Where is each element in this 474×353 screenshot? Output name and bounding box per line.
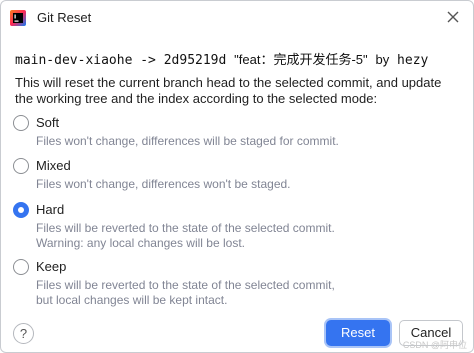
- reset-button[interactable]: Reset: [326, 320, 390, 346]
- soft-radio[interactable]: [13, 115, 29, 131]
- option-help: Files will be reverted to the state of t…: [36, 221, 335, 251]
- option-label: Hard: [36, 202, 65, 217]
- help-line: but local changes will be kept intact.: [36, 293, 228, 307]
- help-line: Files won't change, differences won't be…: [36, 177, 291, 191]
- help-line: Files will be reverted to the state of t…: [36, 278, 335, 292]
- author-prefix: by: [375, 52, 390, 67]
- dialog-title: Git Reset: [37, 10, 92, 25]
- option-label: Keep: [36, 259, 67, 274]
- help-line: Warning: any local changes will be lost.: [36, 236, 245, 250]
- option-help: Files won't change, differences won't be…: [36, 177, 291, 192]
- hard-radio[interactable]: [13, 202, 29, 218]
- keep-radio[interactable]: [13, 259, 29, 275]
- branch-name: main-dev-xiaohe: [15, 53, 133, 68]
- option-help: Files will be reverted to the state of t…: [36, 278, 335, 308]
- option-label: Mixed: [36, 158, 71, 173]
- commit-summary: main-dev-xiaohe -> 2d95219d "feat：完成开发任务…: [15, 49, 428, 68]
- watermark: CSDN @阿申位: [402, 340, 467, 350]
- commit-author: hezy: [397, 53, 429, 68]
- commit-message: "feat：完成开发任务-5": [234, 52, 368, 67]
- commit-hash: 2d95219d: [163, 53, 227, 68]
- help-line: Files won't change, differences will be …: [36, 134, 339, 148]
- arrow-text: ->: [140, 53, 156, 68]
- option-help: Files won't change, differences will be …: [36, 134, 339, 149]
- git-reset-dialog: Git Reset main-dev-xiaohe -> 2d95219d "f…: [0, 0, 474, 353]
- option-label: Soft: [36, 115, 60, 130]
- help-line: Files will be reverted to the state of t…: [36, 221, 335, 235]
- reset-description: This will reset the current branch head …: [15, 75, 442, 106]
- mixed-radio[interactable]: [13, 158, 29, 174]
- close-icon[interactable]: [445, 9, 461, 25]
- help-button[interactable]: ?: [13, 323, 34, 344]
- title-bar[interactable]: Git Reset: [1, 1, 473, 35]
- intellij-idea-icon: [10, 10, 26, 26]
